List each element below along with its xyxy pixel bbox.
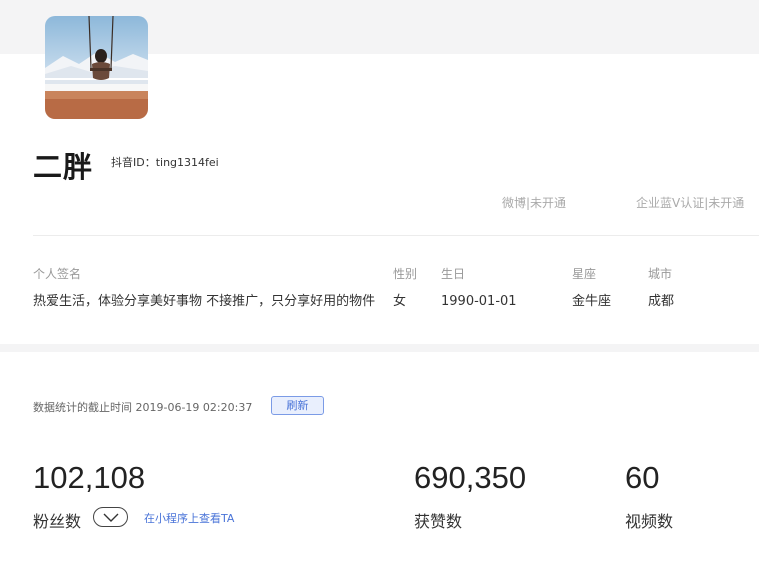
likes-label: 获赞数 [414,512,463,531]
city-label: 城市 [648,267,673,281]
zodiac-label: 星座 [572,267,597,281]
douyin-id: 抖音ID：ting1314fei [111,156,219,169]
followers-count: 102,108 [33,460,146,495]
divider [33,235,759,236]
refresh-button[interactable]: 刷新 [271,396,324,415]
birthday-value: 1990-01-01 [441,294,517,309]
followers-expand-button[interactable] [93,507,128,527]
gender-label: 性别 [393,267,418,281]
mini-program-link[interactable]: 在小程序上查看TA [144,510,234,526]
videos-label: 视频数 [625,512,674,531]
videos-count: 60 [625,460,660,495]
stats-time-label: 数据统计的截止时间 2019-06-19 02:20:37 [33,401,253,414]
profile-name: 二胖 [33,150,94,184]
signature-text: 热爱生活，体验分享美好事物 不接推广，只分享好用的物件 [33,294,376,309]
gender-value: 女 [393,294,407,309]
weibo-status: 微博|未开通 [502,196,567,210]
city-value: 成都 [648,294,675,309]
stats-card [0,352,759,566]
signature-label: 个人签名 [33,267,82,281]
birthday-label: 生日 [441,267,466,281]
chevron-down-icon [103,508,119,527]
followers-label: 粉丝数 [33,512,82,531]
enterprise-v-status: 企业蓝V认证|未开通 [636,196,745,210]
likes-count: 690,350 [414,460,527,495]
avatar [45,16,148,119]
zodiac-value: 金牛座 [572,294,612,309]
